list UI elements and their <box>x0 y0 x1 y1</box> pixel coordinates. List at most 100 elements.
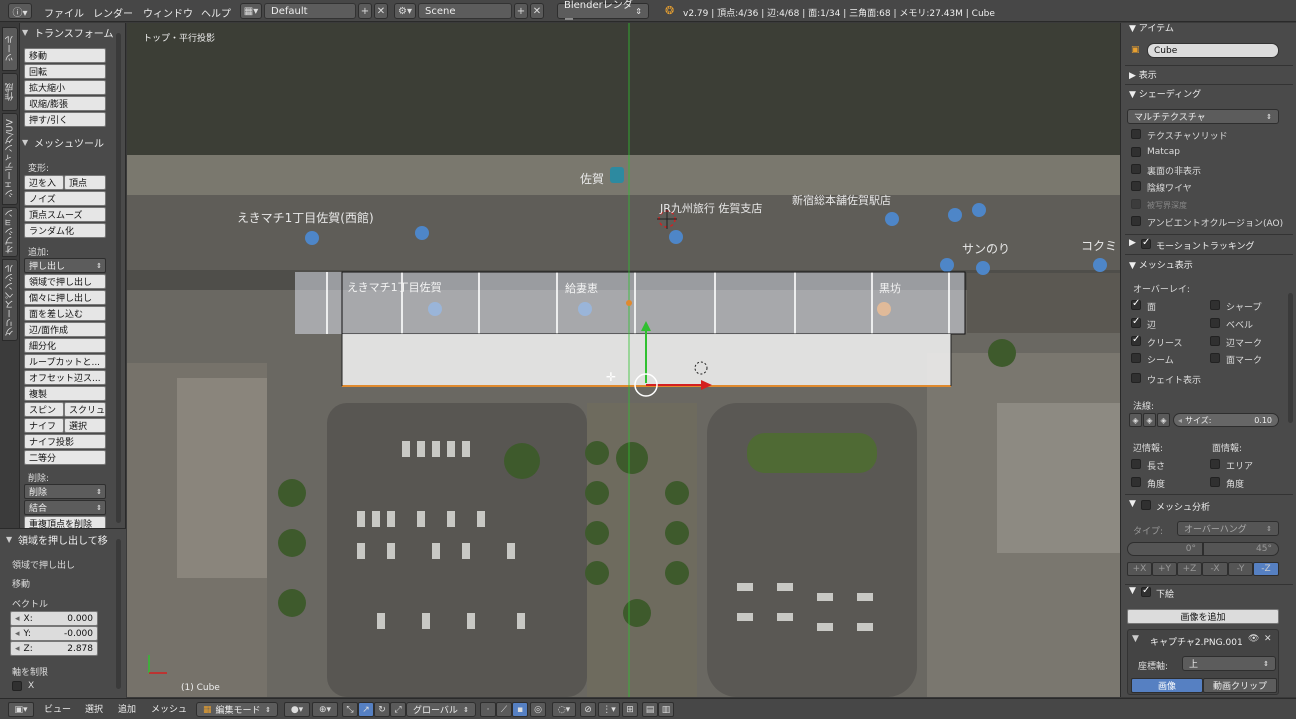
smooth-vertex-button[interactable]: 頂点スムーズ <box>24 207 106 222</box>
display-panel-header[interactable]: ▶ 表示 <box>1129 68 1157 81</box>
overlay-face-marks-checkbox[interactable] <box>1210 353 1220 363</box>
knife-button[interactable]: ナイフ <box>24 418 64 433</box>
snap-target-icon[interactable]: ⊞ <box>622 702 638 717</box>
hidden-wire-checkbox[interactable] <box>1131 181 1141 191</box>
layout-name-field[interactable]: Default <box>264 3 356 19</box>
offset-edge-button[interactable]: オフセット辺ス... <box>24 370 106 385</box>
item-panel-header[interactable]: ▼ アイテム <box>1129 21 1174 34</box>
axis-plus-y-button[interactable]: +Y <box>1152 562 1177 576</box>
edge-select-icon[interactable]: ⟋ <box>496 702 512 717</box>
analysis-angle-min-field[interactable]: 0° <box>1127 542 1203 556</box>
scale-button[interactable]: 拡大縮小 <box>24 80 106 95</box>
loop-cut-button[interactable]: ループカットと... <box>24 354 106 369</box>
make-edge-face-button[interactable]: 辺/面作成 <box>24 322 106 337</box>
vector-x-field[interactable]: ◂ X: 0.000 <box>10 611 98 626</box>
close-layout-icon[interactable]: ✕ <box>374 3 388 19</box>
render-animation-icon[interactable]: ▥ <box>658 702 674 717</box>
translate-manipulator-icon[interactable]: ↗ <box>358 702 374 717</box>
face-area-checkbox[interactable] <box>1210 459 1220 469</box>
overlay-edge-marks-checkbox[interactable] <box>1210 336 1220 346</box>
normal-size-field[interactable]: ◂ サイズ: 0.10 <box>1173 413 1279 427</box>
split-normal-icon[interactable]: ◈ <box>1143 413 1156 427</box>
constraint-x-checkbox[interactable] <box>12 681 22 691</box>
analysis-angle-max-field[interactable]: 45° <box>1203 542 1279 556</box>
rotate-button[interactable]: 回転 <box>24 64 106 79</box>
menu-help[interactable]: ヘルプ <box>193 5 239 20</box>
spin-button[interactable]: スピン <box>24 402 64 417</box>
menu-window[interactable]: ウィンドウ <box>135 5 201 20</box>
render-preview-icon[interactable]: ▤ <box>642 702 658 717</box>
noise-button[interactable]: ノイズ <box>24 191 106 206</box>
snap-element-icon[interactable]: ⋮▾ <box>598 702 620 717</box>
operator-panel-scrollbar[interactable] <box>116 539 121 689</box>
screen-layout-icon[interactable]: ▦▾ <box>240 3 262 19</box>
screw-button[interactable]: スクリュ <box>64 402 106 417</box>
transform-panel-header[interactable]: ▼ トランスフォーム <box>22 24 124 40</box>
merge-dropdown[interactable]: 結合 ⇕ <box>24 500 106 515</box>
transform-orientation-dropdown[interactable]: グローバル ⇕ <box>406 702 476 717</box>
eye-icon[interactable]: 👁 <box>1248 634 1259 644</box>
3d-viewport[interactable]: ✛ トップ・平行投影 (1) Cube 佐賀 えきマチ1丁目佐賀(西館) JR九… <box>127 23 1120 697</box>
vertex-normal-icon[interactable]: ◈ <box>1129 413 1142 427</box>
vector-z-field[interactable]: ◂ Z: 2.878 <box>10 641 98 656</box>
proportional-edit-icon[interactable]: ◌▾ <box>552 702 576 717</box>
shading-mode-dropdown[interactable]: マルチテクスチャ ⇕ <box>1127 109 1279 124</box>
axis-minus-z-button[interactable]: -Z <box>1253 562 1279 576</box>
collapse-triangle-icon[interactable]: ▼ <box>1132 634 1139 644</box>
axis-plus-z-button[interactable]: +Z <box>1177 562 1202 576</box>
tab-options[interactable]: オプション <box>2 207 18 257</box>
slide-vertex-button[interactable]: 頂点 <box>64 175 106 190</box>
dof-checkbox[interactable] <box>1131 199 1141 209</box>
menu-select[interactable]: 選択 <box>85 702 103 715</box>
render-engine-dropdown[interactable]: Blenderレンダー ⇕ <box>557 0 649 26</box>
weight-display-checkbox[interactable] <box>1131 373 1141 383</box>
tab-tools[interactable]: ツール <box>2 27 18 71</box>
face-normal-icon[interactable]: ◈ <box>1157 413 1170 427</box>
edge-angle-checkbox[interactable] <box>1131 477 1141 487</box>
menu-mesh[interactable]: メッシュ <box>151 702 187 715</box>
overlay-edges-checkbox[interactable] <box>1131 316 1141 328</box>
extrude-region-button[interactable]: 領域で押し出し <box>24 274 106 289</box>
shading-panel-header[interactable]: ▼ シェーディング <box>1129 87 1201 100</box>
overlay-crease-checkbox[interactable] <box>1131 334 1141 346</box>
ao-checkbox[interactable] <box>1131 216 1141 226</box>
tab-grease-pencil[interactable]: グリースペンシル <box>2 259 18 341</box>
translate-button[interactable]: 移動 <box>24 48 106 63</box>
backface-culling-checkbox[interactable] <box>1131 164 1141 174</box>
menu-view[interactable]: ビュー <box>44 702 71 715</box>
shrink-fatten-button[interactable]: 収縮/膨張 <box>24 96 106 111</box>
operator-panel-header[interactable]: ▼ 領域を押し出して移 <box>6 531 124 547</box>
subdivide-button[interactable]: 細分化 <box>24 338 106 353</box>
menu-render[interactable]: レンダー <box>85 5 141 20</box>
mesh-analysis-checkbox[interactable] <box>1141 500 1151 510</box>
duplicate-button[interactable]: 複製 <box>24 386 106 401</box>
mesh-analysis-header[interactable]: ▼ <box>1129 499 1136 509</box>
push-pull-button[interactable]: 押す/引く <box>24 112 106 127</box>
overlay-faces-checkbox[interactable] <box>1131 298 1141 310</box>
mesh-display-header[interactable]: ▼ メッシュ表示 <box>1129 258 1193 271</box>
textured-solid-checkbox[interactable] <box>1131 129 1141 139</box>
menu-file[interactable]: ファイル <box>36 5 92 20</box>
menu-add[interactable]: 追加 <box>118 702 136 715</box>
background-images-checkbox[interactable] <box>1141 585 1151 597</box>
properties-scrollbar[interactable] <box>1288 293 1293 423</box>
extrude-individual-button[interactable]: 個々に押し出し <box>24 290 106 305</box>
object-name-field[interactable]: Cube <box>1147 43 1279 58</box>
bisect-button[interactable]: 二等分 <box>24 450 106 465</box>
viewport-shading-icon[interactable]: ●▾ <box>284 702 310 717</box>
mesh-tools-panel-header[interactable]: ▼ メッシュツール <box>22 134 124 150</box>
motion-tracking-checkbox[interactable] <box>1141 237 1151 249</box>
info-editor-type-button[interactable]: ⓘ▾ <box>8 3 32 19</box>
axis-plus-x-button[interactable]: +X <box>1127 562 1152 576</box>
tool-shelf-scrollbar[interactable] <box>116 33 121 523</box>
overlay-seam-checkbox[interactable] <box>1131 353 1141 363</box>
add-scene-icon[interactable]: + <box>514 3 528 19</box>
axis-minus-x-button[interactable]: -X <box>1202 562 1228 576</box>
remove-image-icon[interactable]: ✕ <box>1264 634 1272 644</box>
mode-dropdown[interactable]: ▦ 編集モード ⇕ <box>196 702 278 717</box>
extrude-dropdown[interactable]: 押し出し ⇕ <box>24 258 106 273</box>
editor-type-3d-icon[interactable]: ▣▾ <box>8 702 34 717</box>
overlay-sharp-checkbox[interactable] <box>1210 300 1220 310</box>
overlay-bevel-checkbox[interactable] <box>1210 318 1220 328</box>
delete-dropdown[interactable]: 削除 ⇕ <box>24 484 106 499</box>
